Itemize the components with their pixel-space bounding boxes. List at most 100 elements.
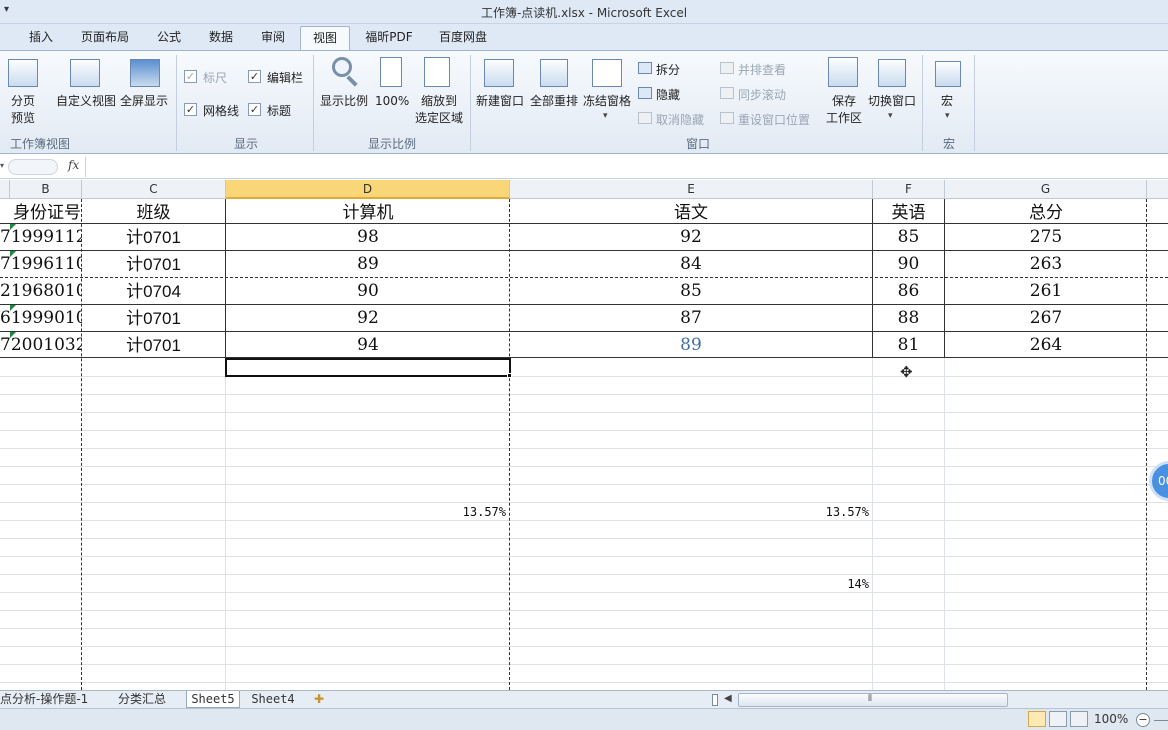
sheet-tab-sheet4[interactable]: Sheet4 [248, 691, 298, 708]
zoom-out-icon[interactable]: − [1136, 713, 1150, 727]
grid-hline [0, 574, 1168, 575]
gridlines-checkbox[interactable]: ✓ [184, 103, 197, 116]
active-cell[interactable] [225, 358, 511, 377]
formula-input[interactable] [88, 157, 1164, 177]
zoom-level[interactable]: 100% [1094, 712, 1128, 726]
cell-chinese[interactable]: 89 [510, 332, 872, 359]
freeze-panes-button[interactable]: 冻结窗格 [583, 93, 631, 110]
switch-windows-dropdown-icon[interactable]: ▾ [888, 111, 893, 121]
tab-page-layout[interactable]: 页面布局 [72, 26, 138, 50]
header-english[interactable]: 英语 [873, 199, 944, 226]
arrange-all-button[interactable]: 全部重排 [530, 93, 578, 110]
cell-chinese[interactable]: 84 [510, 251, 872, 278]
tab-review[interactable]: 审阅 [250, 26, 296, 50]
column-header-d[interactable]: D [226, 180, 510, 199]
percent-label[interactable]: 13.57% [420, 505, 506, 519]
cell-total[interactable]: 264 [945, 332, 1147, 359]
column-header-h[interactable] [1147, 180, 1168, 199]
column-header-g[interactable]: G [945, 180, 1147, 199]
save-workspace-button[interactable]: 保存 工作区 [826, 93, 862, 127]
cell-english[interactable]: 90 [873, 251, 944, 278]
insert-function-icon[interactable]: fx [68, 158, 79, 172]
cell-class[interactable]: 计0704 [82, 278, 225, 305]
tab-view[interactable]: 视图 [300, 26, 350, 50]
cell-total[interactable]: 267 [945, 305, 1147, 332]
horizontal-scrollbar-thumb[interactable] [738, 693, 1008, 707]
cell-total[interactable]: 275 [945, 224, 1147, 251]
headings-checkbox[interactable]: ✓ [248, 103, 261, 116]
cell-class[interactable]: 计0701 [82, 332, 225, 359]
column-header-c[interactable]: C [82, 180, 226, 199]
cell-english[interactable]: 86 [873, 278, 944, 305]
cell-chinese[interactable]: 87 [510, 305, 872, 332]
normal-view-icon[interactable] [1028, 711, 1046, 727]
sheet-tab-subtotal[interactable]: 分类汇总 [118, 691, 180, 708]
fill-handle[interactable] [507, 373, 512, 378]
cell-class[interactable]: 计0701 [82, 251, 225, 278]
header-computer[interactable]: 计算机 [226, 199, 510, 226]
page-break-view-icon[interactable] [1070, 711, 1088, 727]
tab-insert[interactable]: 插入 [18, 26, 64, 50]
zoom-100-button[interactable]: 100% [375, 93, 409, 110]
header-total[interactable]: 总分 [945, 199, 1147, 226]
scroll-left-arrow-icon[interactable]: ◀ [724, 693, 732, 704]
tab-foxit-pdf[interactable]: 福昕PDF [358, 26, 420, 50]
ruler-checkbox[interactable]: ✓ [184, 70, 197, 83]
floating-assistant-button[interactable]: 00 [1149, 461, 1168, 501]
new-window-button[interactable]: 新建窗口 [476, 93, 524, 110]
cell-class[interactable]: 计0701 [82, 305, 225, 332]
cell-id[interactable]: 21968010 [0, 278, 82, 305]
insert-sheet-icon[interactable]: ✚ [308, 691, 330, 708]
cell-chinese[interactable]: 92 [510, 224, 872, 251]
page-break-preview-button[interactable]: 分页 预览 [4, 93, 42, 127]
sheet-tab-sheet5[interactable]: Sheet5 [186, 691, 240, 708]
cell-computer[interactable]: 94 [226, 332, 510, 359]
column-header-e[interactable]: E [510, 180, 873, 199]
hide-button[interactable]: 隐藏 [656, 86, 680, 103]
full-screen-button[interactable]: 全屏显示 [120, 93, 168, 110]
column-header-f[interactable]: F [873, 180, 945, 199]
row-header-corner[interactable] [0, 180, 10, 199]
split-button[interactable]: 拆分 [656, 61, 680, 78]
page-layout-view-icon[interactable] [1049, 711, 1067, 727]
cell-total[interactable]: 263 [945, 251, 1147, 278]
zoom-button[interactable]: 显示比例 [320, 93, 368, 110]
macros-dropdown-icon[interactable]: ▾ [945, 111, 950, 121]
zoom-slider-track[interactable] [1154, 720, 1168, 721]
sheet-tab-analysis[interactable]: 点分析-操作题-1 [0, 691, 110, 708]
reset-window-position-button[interactable]: 重设窗口位置 [738, 111, 810, 128]
sync-scroll-button[interactable]: 同步滚动 [738, 86, 786, 103]
name-box-dropdown-icon[interactable]: ▾ [0, 161, 4, 170]
switch-windows-button[interactable]: 切换窗口 [868, 93, 916, 110]
tab-baidu-netdisk[interactable]: 百度网盘 [430, 26, 496, 50]
formula-bar-checkbox[interactable]: ✓ [248, 70, 261, 83]
tab-split-handle[interactable] [712, 694, 718, 706]
column-header-b[interactable]: B [10, 180, 82, 199]
cell-english[interactable]: 81 [873, 332, 944, 359]
name-box[interactable] [8, 159, 58, 175]
worksheet-grid[interactable]: 身份证号 班级 计算机 语文 英语 总分 71999112 计0701 98 9… [0, 199, 1168, 690]
tab-formulas[interactable]: 公式 [146, 26, 192, 50]
macros-button[interactable]: 宏 [941, 93, 953, 110]
cell-computer[interactable]: 98 [226, 224, 510, 251]
cell-english[interactable]: 88 [873, 305, 944, 332]
custom-view-button[interactable]: 自定义视图 [56, 93, 116, 110]
cell-computer[interactable]: 89 [226, 251, 510, 278]
view-side-by-side-button[interactable]: 并排查看 [738, 61, 786, 78]
cell-chinese[interactable]: 85 [510, 278, 872, 305]
header-class[interactable]: 班级 [82, 199, 225, 226]
tab-data[interactable]: 数据 [198, 26, 244, 50]
zoom-to-selection-button[interactable]: 缩放到 选定区域 [414, 93, 464, 127]
unhide-button[interactable]: 取消隐藏 [656, 111, 704, 128]
title-bar: ▾ 工作簿-点读机.xlsx - Microsoft Excel [0, 0, 1168, 24]
header-chinese[interactable]: 语文 [510, 199, 872, 226]
cell-class[interactable]: 计0701 [82, 224, 225, 251]
percent-label[interactable]: 13.57% [783, 505, 869, 519]
percent-label[interactable]: 14% [783, 577, 869, 591]
cell-computer[interactable]: 92 [226, 305, 510, 332]
header-id-number[interactable]: 身份证号 [0, 199, 82, 226]
cell-computer[interactable]: 90 [226, 278, 510, 305]
cell-total[interactable]: 261 [945, 278, 1147, 305]
freeze-panes-dropdown-icon[interactable]: ▾ [603, 111, 608, 121]
cell-english[interactable]: 85 [873, 224, 944, 251]
